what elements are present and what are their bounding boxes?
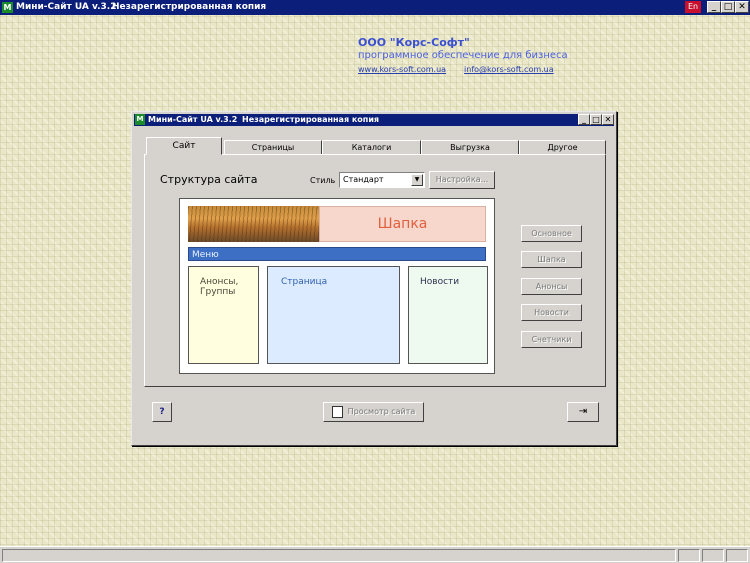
exit-button[interactable]: ⇥ <box>567 402 599 422</box>
help-button[interactable]: ? <box>152 402 172 422</box>
dialog-app-icon: M <box>135 114 145 125</box>
app-subtitle: Незарегистрированная копия <box>112 2 267 12</box>
dialog-title-bar: M Мини-Сайт UA v.3.2 Незарегистрированна… <box>134 114 614 126</box>
tab-strip: Сайт Страницы Каталоги Выгрузка Другое <box>144 137 606 155</box>
tab-export[interactable]: Выгрузка <box>421 140 519 155</box>
status-cell-2 <box>702 549 724 562</box>
status-bar <box>0 546 750 563</box>
tab-catalogs[interactable]: Каталоги <box>322 140 421 155</box>
style-select[interactable]: Стандарт ▼ <box>339 172 425 188</box>
preview-news-column[interactable]: Новости <box>408 266 488 364</box>
app-title: Мини-Сайт UA v.3.2 <box>16 2 117 12</box>
tab-pages[interactable]: Страницы <box>224 140 322 155</box>
main-settings-button[interactable]: Основное <box>521 225 582 242</box>
magnifier-icon <box>331 405 343 418</box>
header-image <box>188 206 319 242</box>
header-settings-button[interactable]: Шапка <box>521 251 582 268</box>
exit-icon: ⇥ <box>578 406 588 417</box>
dialog-subtitle: Незарегистрированная копия <box>242 115 380 124</box>
style-label: Стиль <box>310 176 336 185</box>
site-structure-preview: Шапка Меню Анонсы, Группы Страница Новос… <box>179 198 495 374</box>
preview-site-button[interactable]: Просмотр сайта <box>323 402 424 422</box>
dialog-minimize-button[interactable]: _ <box>578 114 590 125</box>
chevron-down-icon[interactable]: ▼ <box>411 174 423 186</box>
company-info: ООО "Корс-Софт" программное обеспечение … <box>358 36 572 74</box>
tab-other[interactable]: Другое <box>519 140 606 155</box>
email-link[interactable]: info@kors-soft.com.ua <box>464 65 554 74</box>
announcements-settings-button[interactable]: Анонсы <box>521 278 582 295</box>
app-title-bar: M Мини-Сайт UA v.3.2 Незарегистрированна… <box>0 0 750 15</box>
app-icon: M <box>2 2 13 13</box>
status-cell-main <box>2 549 676 562</box>
dialog-maximize-button[interactable]: □ <box>590 114 602 125</box>
company-name: ООО "Корс-Софт" <box>358 36 470 49</box>
style-select-value: Стандарт <box>343 175 384 184</box>
structure-heading: Структура сайта <box>160 173 258 186</box>
language-indicator[interactable]: En <box>685 1 701 13</box>
dialog-close-button[interactable]: ✕ <box>602 114 614 125</box>
website-link[interactable]: www.kors-soft.com.ua <box>358 65 446 74</box>
maximize-button[interactable]: □ <box>721 1 735 13</box>
main-dialog: M Мини-Сайт UA v.3.2 Незарегистрированна… <box>131 111 617 446</box>
news-settings-button[interactable]: Новости <box>521 304 582 321</box>
preview-menu[interactable]: Меню <box>188 247 486 261</box>
close-button[interactable]: ✕ <box>735 1 749 13</box>
settings-button[interactable]: Настройка... <box>429 171 495 189</box>
preview-site-label: Просмотр сайта <box>347 407 416 416</box>
company-tagline: программное обеспечение для бизнеса <box>358 50 568 61</box>
company-links: www.kors-soft.com.ua info@kors-soft.com.u… <box>358 65 572 74</box>
counters-settings-button[interactable]: Счетчики <box>521 331 582 348</box>
preview-left-column[interactable]: Анонсы, Группы <box>188 266 259 364</box>
tab-site[interactable]: Сайт <box>146 137 222 155</box>
status-cell-3 <box>726 549 748 562</box>
minimize-button[interactable]: _ <box>707 1 721 13</box>
preview-page-column[interactable]: Страница <box>267 266 400 364</box>
dialog-title: Мини-Сайт UA v.3.2 <box>148 115 238 124</box>
preview-header[interactable]: Шапка <box>319 206 486 242</box>
status-cell-1 <box>678 549 700 562</box>
